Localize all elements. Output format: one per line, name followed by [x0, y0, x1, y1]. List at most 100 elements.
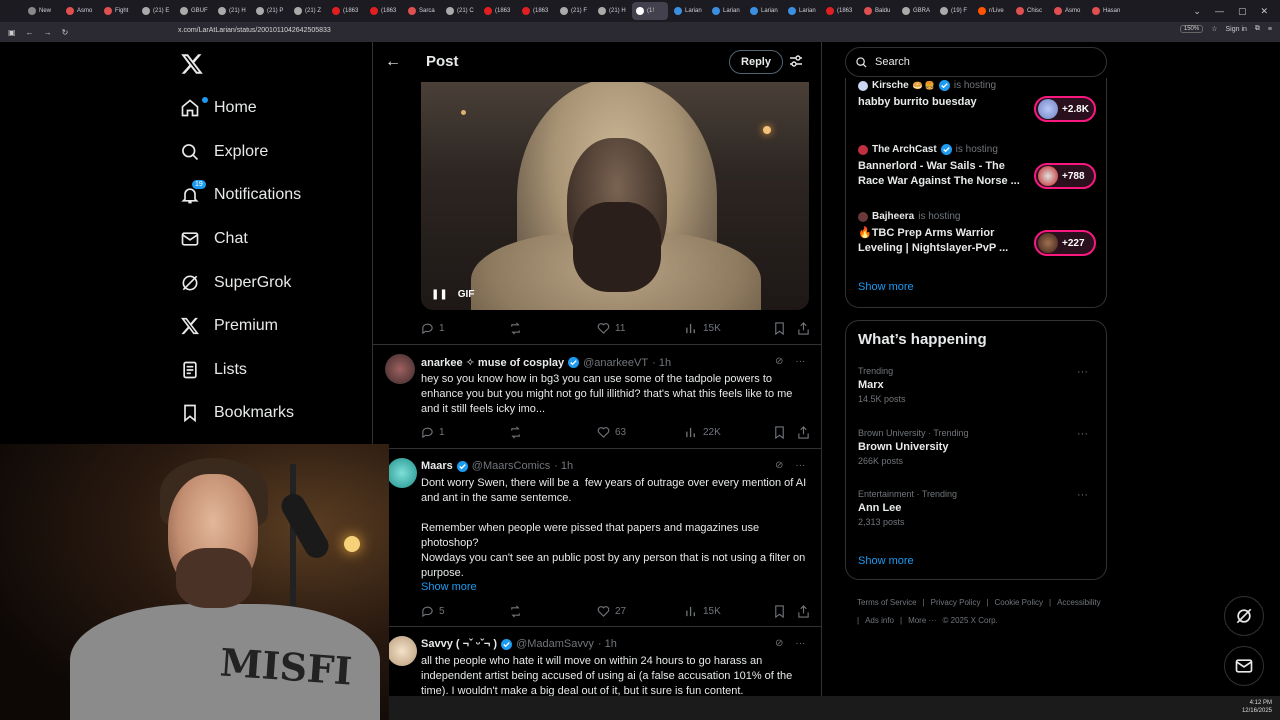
nav-explore[interactable]: Explore: [180, 137, 268, 167]
browser-tab[interactable]: (21) C: [442, 2, 478, 20]
sidebar-toggle-icon[interactable]: ▣: [8, 28, 16, 37]
close-window-button[interactable]: ✕: [1260, 6, 1268, 17]
browser-tab[interactable]: (21) E: [138, 2, 174, 20]
share-action[interactable]: [797, 425, 810, 439]
trend-item[interactable]: Trending Marx 14.5K posts ···: [858, 366, 1096, 404]
author-name[interactable]: anarkee ✧ muse of cosplay: [421, 356, 564, 369]
like-action[interactable]: 11: [597, 322, 625, 335]
extensions-icon[interactable]: ⧉: [1255, 25, 1260, 33]
spaces-show-more[interactable]: Show more: [858, 281, 914, 293]
browser-tab[interactable]: GBRA: [898, 2, 934, 20]
back-arrow-icon[interactable]: ←: [26, 28, 34, 37]
author-handle[interactable]: @MaarsComics: [472, 460, 550, 472]
x-logo-icon[interactable]: [180, 52, 204, 76]
browser-tab[interactable]: (21) F: [556, 2, 592, 20]
search-box[interactable]: [845, 47, 1107, 77]
footer-link[interactable]: © 2025 X Corp.: [943, 616, 998, 625]
signin-link[interactable]: Sign in: [1226, 26, 1247, 33]
repost-action[interactable]: [509, 322, 522, 335]
tab-list-chevron-icon[interactable]: ⌄: [1193, 6, 1201, 17]
browser-tab[interactable]: Chisc: [1012, 2, 1048, 20]
repost-action[interactable]: [509, 605, 522, 618]
minimize-button[interactable]: —: [1215, 6, 1224, 16]
back-arrow-icon[interactable]: ←: [385, 53, 401, 71]
reply-action[interactable]: 1: [421, 426, 445, 439]
browser-tab[interactable]: (1863: [822, 2, 858, 20]
like-action[interactable]: 63: [597, 426, 626, 439]
browser-tab[interactable]: Fight: [100, 2, 136, 20]
browser-tab[interactable]: r/Live: [974, 2, 1010, 20]
views-action[interactable]: 22K: [685, 426, 721, 439]
author-name[interactable]: Savvy ( ¬ˇ ᵕˇ¬ ): [421, 638, 497, 650]
grok-icon[interactable]: ⊘: [775, 460, 783, 471]
browser-tab[interactable]: New: [24, 2, 60, 20]
menu-icon[interactable]: ≡: [1268, 26, 1272, 33]
nav-notifications[interactable]: 19 Notifications: [180, 180, 301, 210]
search-input[interactable]: [875, 56, 1075, 68]
more-icon[interactable]: ···: [795, 460, 805, 471]
more-icon[interactable]: ···: [1077, 428, 1088, 440]
browser-tab[interactable]: (1863: [366, 2, 402, 20]
browser-tab[interactable]: Larian: [670, 2, 706, 20]
browser-tab[interactable]: Baldu: [860, 2, 896, 20]
avatar[interactable]: [387, 458, 417, 488]
settings-sliders-icon[interactable]: [789, 54, 803, 68]
browser-tab[interactable]: (1863: [518, 2, 554, 20]
bookmark-action[interactable]: [773, 425, 786, 439]
share-action[interactable]: [797, 321, 810, 335]
browser-tab[interactable]: GBUF: [176, 2, 212, 20]
bookmark-action[interactable]: [773, 321, 786, 335]
avatar[interactable]: [385, 354, 415, 384]
system-tray-clock[interactable]: 4:12 PM 12/16/2025: [1242, 699, 1272, 715]
trend-item[interactable]: Brown University · Trending Brown Univer…: [858, 428, 1096, 466]
footer-link[interactable]: Privacy Policy: [931, 598, 981, 607]
browser-tab[interactable]: Asmo: [1050, 2, 1086, 20]
browser-tab[interactable]: (1863: [328, 2, 364, 20]
address-bar[interactable]: x.com/LarAtLarian/status/200101104264250…: [178, 27, 331, 34]
browser-tab[interactable]: (21) P: [252, 2, 288, 20]
space-item[interactable]: Kirsche 🥯 🍔 is hosting habby burrito buesd…: [858, 80, 1098, 122]
browser-tab[interactable]: (21) H: [214, 2, 250, 20]
nav-chat[interactable]: Chat: [180, 224, 248, 254]
listener-count[interactable]: +227: [1034, 230, 1096, 256]
nav-premium[interactable]: Premium: [180, 311, 278, 341]
footer-link[interactable]: Accessibility: [1057, 598, 1101, 607]
footer-link[interactable]: Ads info: [865, 616, 894, 625]
listener-count[interactable]: +788: [1034, 163, 1096, 189]
views-action[interactable]: 15K: [685, 322, 721, 335]
space-item[interactable]: The ArchCast is hosting Bannerlord - War …: [858, 144, 1098, 189]
grok-icon[interactable]: ⊘: [775, 356, 783, 367]
zoom-level[interactable]: 150%: [1179, 25, 1204, 33]
browser-tab[interactable]: Asmo: [62, 2, 98, 20]
listener-count[interactable]: +2.8K: [1034, 96, 1096, 122]
nav-bookmarks[interactable]: Bookmarks: [180, 398, 294, 428]
browser-tab[interactable]: Larian: [784, 2, 820, 20]
author-name[interactable]: Maars: [421, 460, 453, 472]
browser-tab[interactable]: (1863: [480, 2, 516, 20]
repost-action[interactable]: [509, 426, 522, 439]
forward-arrow-icon[interactable]: →: [44, 28, 52, 37]
views-action[interactable]: 15K: [685, 605, 721, 618]
browser-tab[interactable]: Larian: [708, 2, 744, 20]
more-icon[interactable]: ···: [1077, 489, 1088, 501]
browser-tab[interactable]: (19) F: [936, 2, 972, 20]
nav-lists[interactable]: Lists: [180, 355, 247, 385]
nav-supergrok[interactable]: SuperGrok: [180, 268, 291, 298]
reply-button[interactable]: Reply: [729, 50, 783, 74]
bookmark-action[interactable]: [773, 604, 786, 618]
more-icon[interactable]: ···: [1077, 366, 1088, 378]
maximize-button[interactable]: ▢: [1238, 6, 1247, 17]
more-icon[interactable]: ···: [795, 356, 805, 367]
grok-fab[interactable]: [1224, 596, 1264, 636]
reply-action[interactable]: 5: [421, 605, 445, 618]
browser-tab[interactable]: Larian: [746, 2, 782, 20]
browser-tab[interactable]: Hasan: [1088, 2, 1124, 20]
browser-tab[interactable]: (21) Z: [290, 2, 326, 20]
like-action[interactable]: 27: [597, 605, 626, 618]
trend-item[interactable]: Entertainment · Trending Ann Lee 2,313 p…: [858, 489, 1096, 527]
messages-fab[interactable]: [1224, 646, 1264, 686]
nav-home[interactable]: Home: [180, 93, 257, 123]
show-more-link[interactable]: Show more: [421, 580, 811, 595]
author-handle[interactable]: @MadamSavvy: [516, 638, 594, 650]
browser-tab[interactable]: (1!: [632, 2, 668, 20]
